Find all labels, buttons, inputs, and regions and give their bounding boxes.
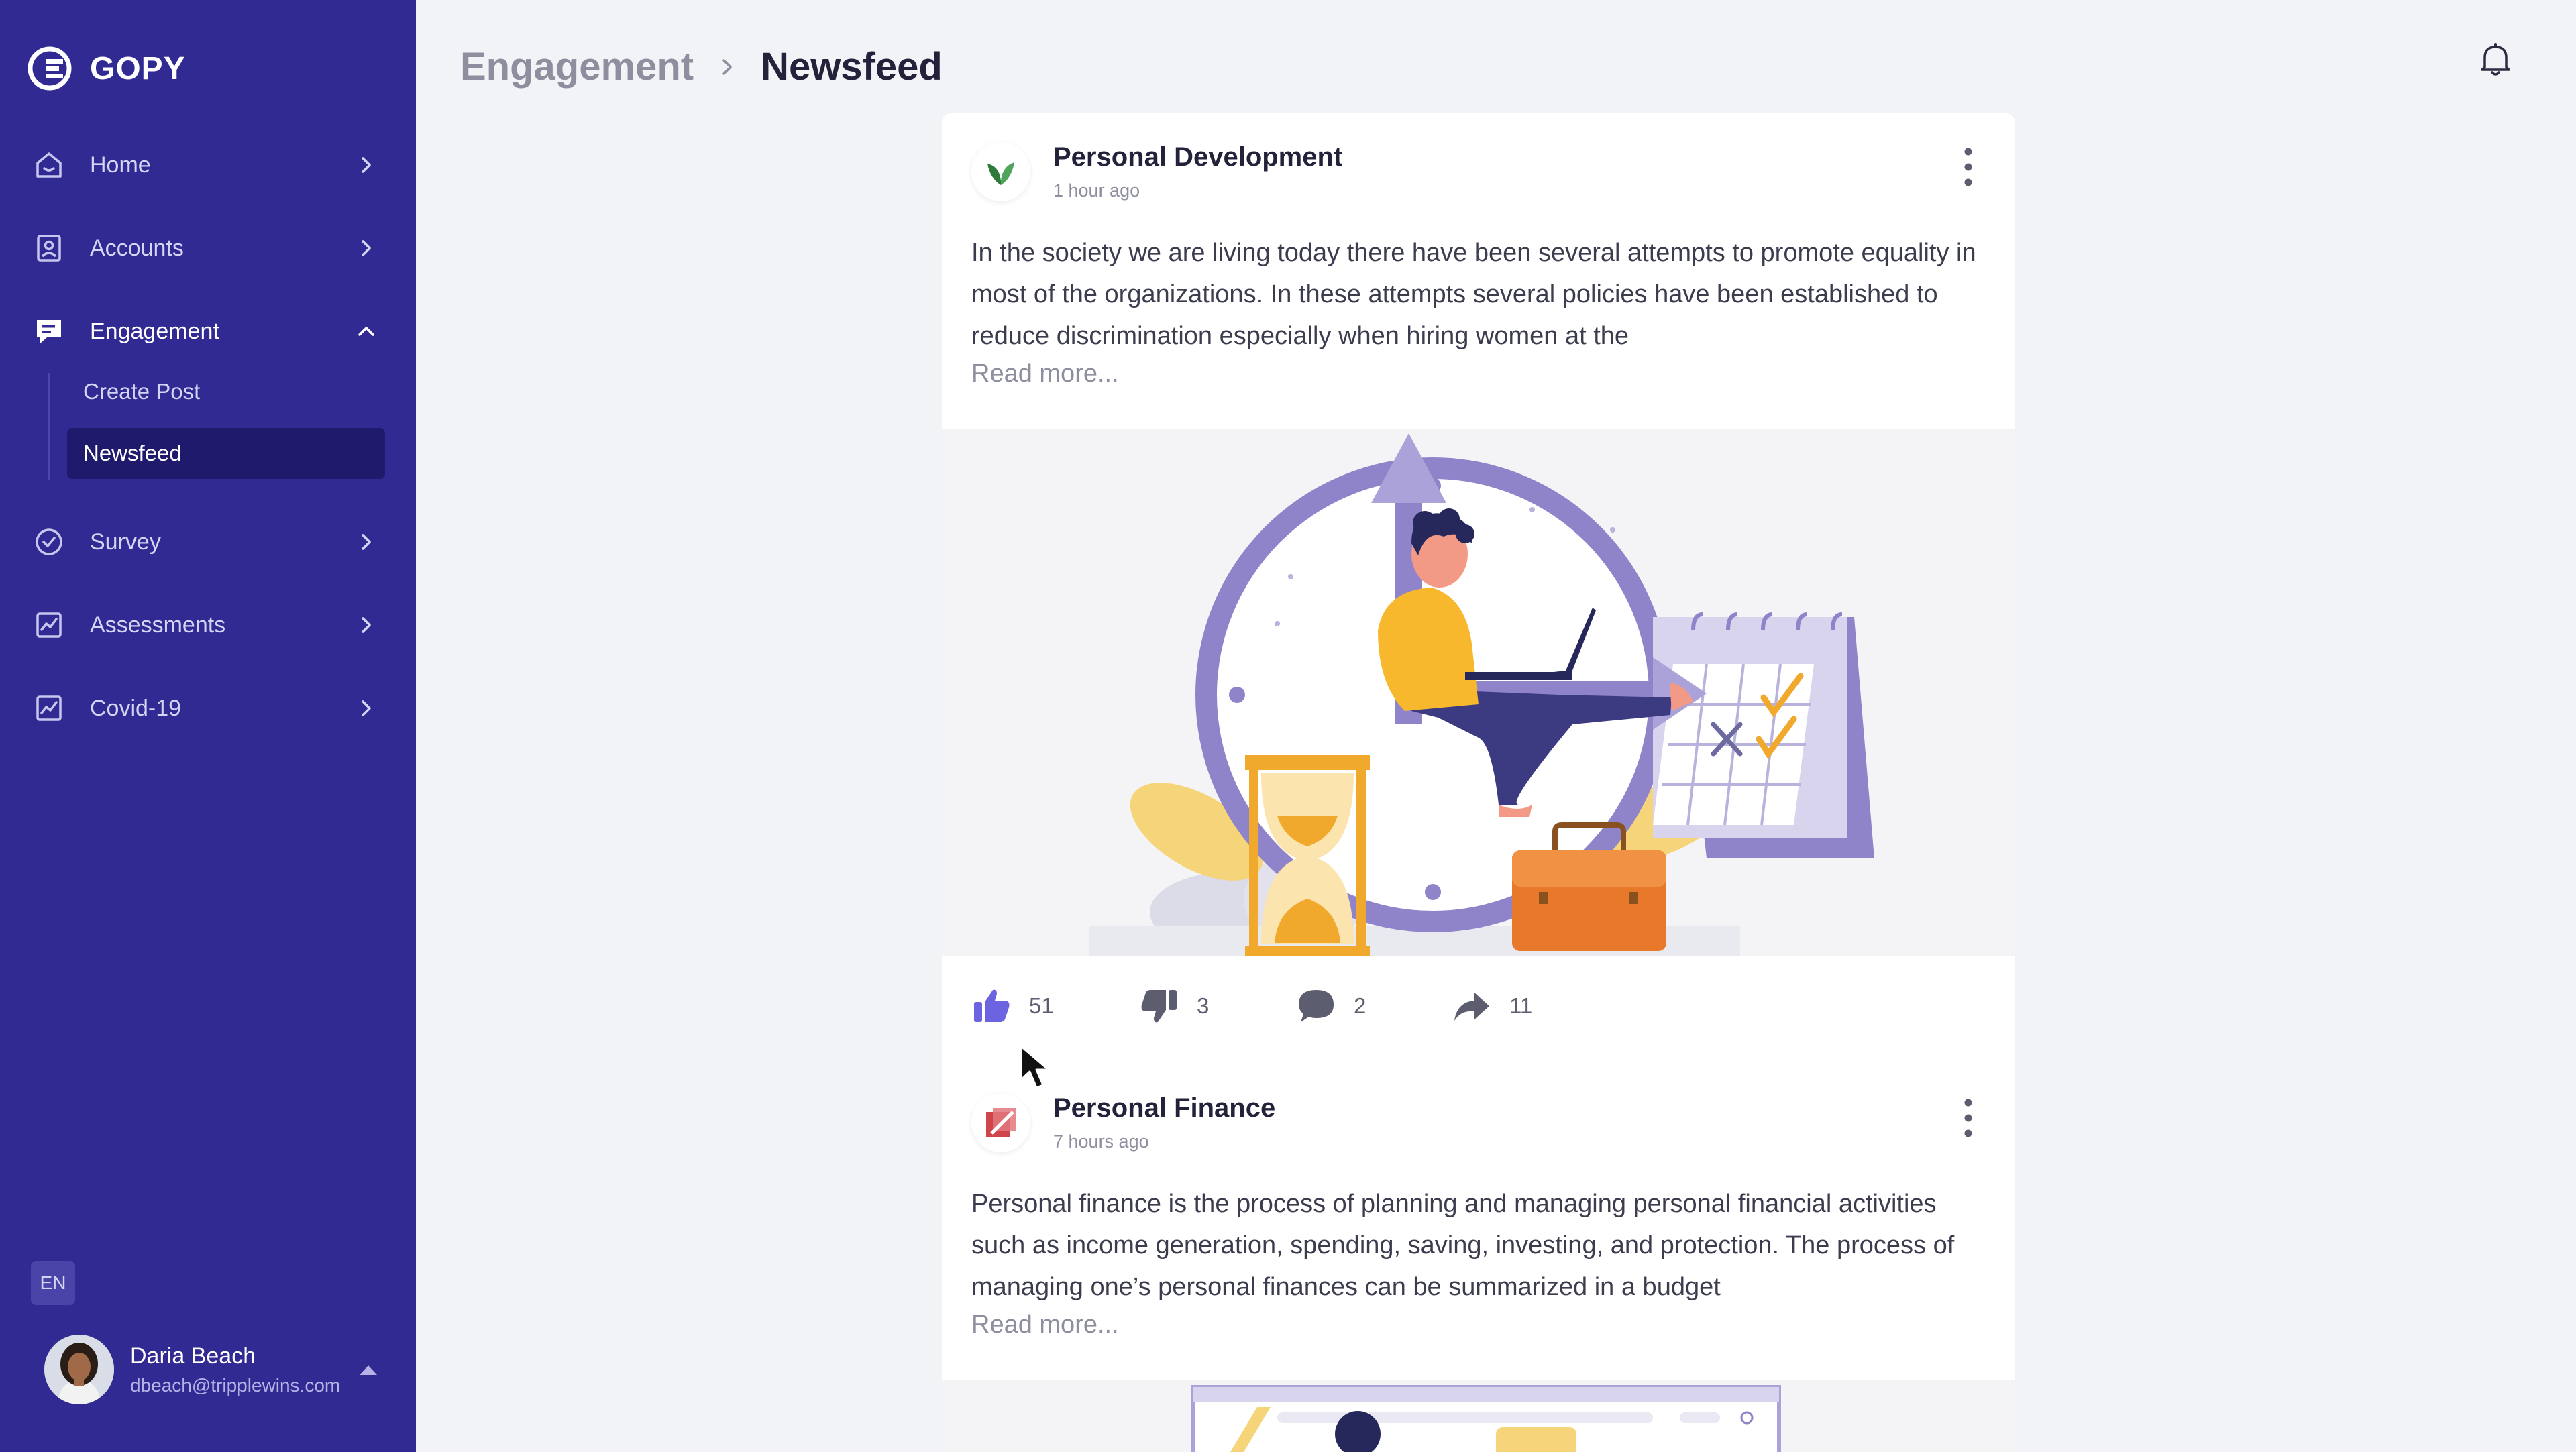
share-count: 11 xyxy=(1509,993,1533,1018)
sidebar: GOPY Home Accounts Engagement Create Pos… xyxy=(0,0,416,1452)
post-image[interactable] xyxy=(942,1380,2015,1452)
sidebar-subitem-newsfeed[interactable]: Newsfeed xyxy=(67,428,385,479)
browser-illustration xyxy=(942,1380,2015,1452)
brand-logo[interactable]: GOPY xyxy=(25,44,186,93)
chart-icon xyxy=(31,607,67,643)
comment-count: 2 xyxy=(1354,993,1366,1018)
thumbs-up-icon xyxy=(974,989,1010,1022)
bell-icon[interactable] xyxy=(2478,40,2513,78)
language-switcher[interactable]: EN xyxy=(31,1261,75,1305)
chevron-right-icon xyxy=(362,157,371,173)
avatar xyxy=(44,1335,114,1404)
post-timestamp: 7 hours ago xyxy=(1053,1131,1149,1152)
time-management-illustration xyxy=(942,429,2015,956)
user-email: dbeach@tripplewins.com xyxy=(130,1374,341,1396)
sidebar-item-label: Engagement xyxy=(90,318,219,344)
post-header: Personal Finance 7 hours ago xyxy=(971,1093,1275,1152)
dislike-count: 3 xyxy=(1197,993,1210,1018)
sidebar-item-home[interactable]: Home xyxy=(31,138,380,192)
read-more-link[interactable]: Read more... xyxy=(971,1310,1119,1339)
chevron-right-icon xyxy=(362,240,371,256)
sidebar-subitem-label: Newsfeed xyxy=(83,441,182,465)
gopy-logo-icon xyxy=(28,46,72,91)
sidebar-item-label: Survey xyxy=(90,528,161,555)
post-timestamp: 1 hour ago xyxy=(1053,180,1140,201)
page-title: Newsfeed xyxy=(761,45,943,89)
share-button[interactable]: 11 xyxy=(1452,986,1532,1026)
chevron-right-icon xyxy=(362,617,371,633)
finance-logo-icon xyxy=(986,1108,1016,1137)
read-more-link[interactable]: Read more... xyxy=(971,359,1119,388)
post-category-logo xyxy=(971,1093,1030,1152)
like-button[interactable]: 51 xyxy=(971,986,1139,1026)
caret-up-icon[interactable] xyxy=(357,1361,380,1378)
breadcrumb-parent[interactable]: Engagement xyxy=(460,44,694,89)
chevron-up-icon xyxy=(358,327,374,336)
sidebar-item-label: Covid-19 xyxy=(90,695,182,721)
post-image[interactable] xyxy=(942,429,2015,956)
share-icon xyxy=(1454,993,1489,1021)
comment-icon xyxy=(1299,990,1334,1022)
chevron-right-icon xyxy=(362,534,371,550)
user-card-icon xyxy=(31,230,67,266)
sidebar-item-accounts[interactable]: Accounts xyxy=(31,221,380,275)
sidebar-item-engagement[interactable]: Engagement xyxy=(31,304,380,358)
sidebar-item-label: Accounts xyxy=(90,235,184,261)
post-header: Personal Development 1 hour ago xyxy=(971,142,1342,201)
chart-icon xyxy=(31,690,67,726)
dislike-button[interactable]: 3 xyxy=(1139,986,1296,1026)
sidebar-item-assessments[interactable]: Assessments xyxy=(31,598,380,652)
post-category-logo xyxy=(971,142,1030,201)
subnav-divider xyxy=(48,373,50,480)
user-profile[interactable]: Daria Beach dbeach@tripplewins.com xyxy=(44,1335,380,1404)
check-circle-icon xyxy=(31,524,67,560)
post-title[interactable]: Personal Development xyxy=(1053,142,1342,172)
post-body: In the society we are living today there… xyxy=(971,239,1976,350)
chevron-right-icon xyxy=(722,58,732,75)
user-name: Daria Beach xyxy=(130,1343,256,1369)
sidebar-item-label: Home xyxy=(90,152,151,178)
post-title[interactable]: Personal Finance xyxy=(1053,1093,1275,1123)
more-options-icon[interactable] xyxy=(1963,146,1974,188)
post-actions: 51 3 2 11 xyxy=(971,986,1532,1026)
sidebar-item-covid-19[interactable]: Covid-19 xyxy=(31,681,380,735)
sidebar-subitem-label: Create Post xyxy=(83,379,201,404)
brand-name: GOPY xyxy=(90,50,186,87)
thumbs-down-icon xyxy=(1141,990,1177,1023)
leaf-icon xyxy=(987,162,1014,185)
sidebar-subitem-create-post[interactable]: Create Post xyxy=(67,366,385,417)
breadcrumb: Engagement Newsfeed xyxy=(460,44,943,89)
chat-icon xyxy=(31,313,67,349)
mouse-cursor-icon xyxy=(1020,1045,1050,1089)
like-count: 51 xyxy=(1029,993,1054,1018)
comment-button[interactable]: 2 xyxy=(1296,986,1452,1026)
sidebar-item-label: Assessments xyxy=(90,612,226,638)
more-options-icon[interactable] xyxy=(1963,1097,1974,1139)
home-icon xyxy=(31,147,67,183)
chevron-right-icon xyxy=(362,700,371,716)
sidebar-item-survey[interactable]: Survey xyxy=(31,515,380,569)
post-body: Personal finance is the process of plann… xyxy=(971,1190,1955,1301)
newsfeed: Personal Development 1 hour ago In the s… xyxy=(942,113,2015,1452)
